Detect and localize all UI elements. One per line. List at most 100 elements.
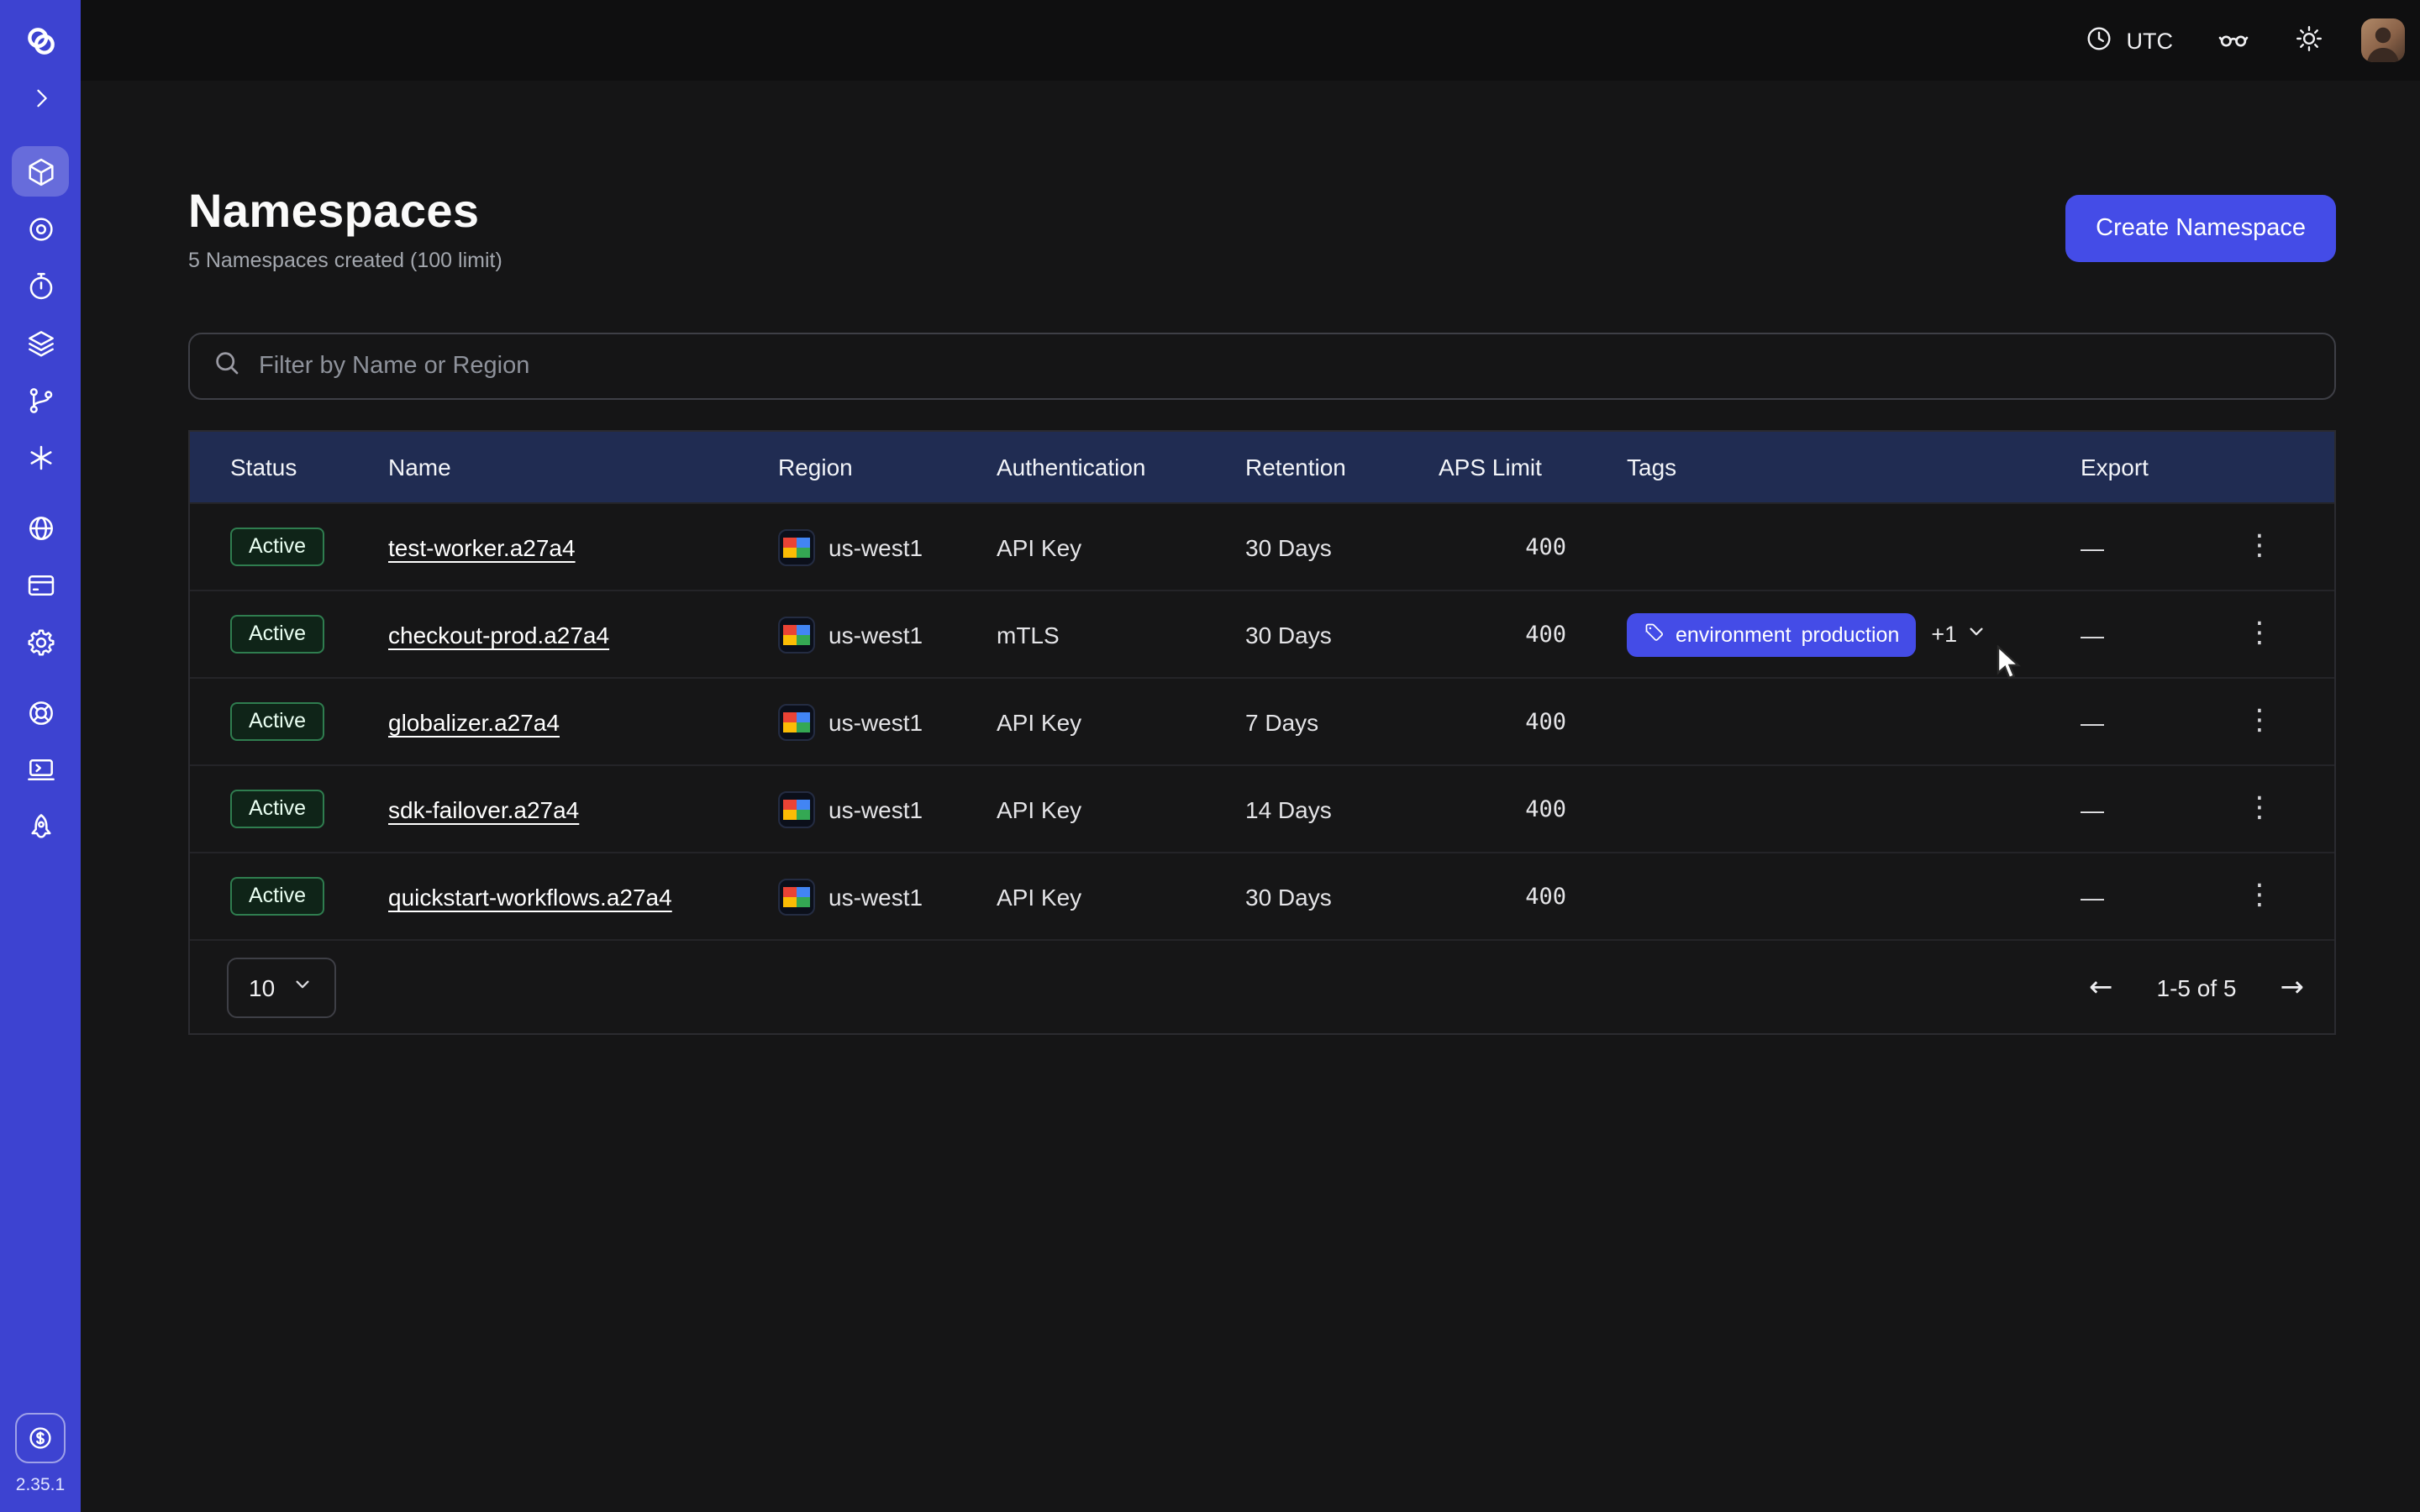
next-page-button[interactable]: → [2281,970,2305,1004]
sun-icon [2294,23,2324,58]
sidebar-item-target[interactable] [12,203,69,254]
previous-page-button[interactable]: ← [2089,970,2113,1004]
export-value: — [2081,708,2232,735]
search-icon [212,347,242,386]
aps-limit-value: 400 [1439,621,1627,648]
sidebar-item-branch[interactable] [12,375,69,425]
region-label: us-west1 [829,708,923,735]
status-badge: Active [230,528,324,566]
theme-toggle-button[interactable] [2281,13,2338,68]
retention-label: 30 Days [1245,621,1439,648]
auth-label: API Key [997,533,1245,560]
expand-sidebar-button[interactable] [12,72,69,123]
kebab-menu-button[interactable]: ⋮ [2232,697,2287,746]
status-badge: Active [230,877,324,916]
table-row: Active quickstart-workflows.a27a4 us-wes… [190,852,2334,939]
region-label: us-west1 [829,795,923,822]
temporal-logo-icon [12,15,69,66]
kebab-menu-button[interactable]: ⋮ [2232,872,2287,921]
chevron-down-icon [290,973,313,1001]
status-badge: Active [230,615,324,654]
namespace-link[interactable]: test-worker.a27a4 [388,533,576,560]
auth-label: mTLS [997,621,1245,648]
sidebar-item-layers[interactable] [12,318,69,368]
col-header-aps-limit: APS Limit [1439,454,1627,480]
col-header-status: Status [230,454,388,480]
sidebar-item-support[interactable] [12,687,69,738]
table-header-row: Status Name Region Authentication Retent… [190,432,2334,502]
topbar: UTC [81,0,2420,81]
usage-button[interactable] [15,1413,66,1463]
clock-icon [2085,23,2115,58]
app-version: 2.35.1 [16,1475,65,1495]
export-value: — [2081,883,2232,910]
aps-limit-value: 400 [1439,883,1627,910]
region-label: us-west1 [829,883,923,910]
tags-expand-button[interactable]: +1 [1931,620,1987,648]
export-value: — [2081,621,2232,648]
auth-label: API Key [997,795,1245,822]
status-badge: Active [230,702,324,741]
page-size-select[interactable]: 10 [227,957,335,1017]
retention-label: 14 Days [1245,795,1439,822]
aps-limit-value: 400 [1439,533,1627,560]
table-row: Active test-worker.a27a4 us-west1 API Ke… [190,502,2334,590]
sidebar-item-settings[interactable] [12,617,69,667]
labs-button[interactable] [2203,11,2264,70]
sidebar-item-billing[interactable] [12,559,69,610]
namespace-link[interactable]: quickstart-workflows.a27a4 [388,883,672,910]
gcp-cloud-icon [778,703,815,740]
tag-icon [1644,621,1665,648]
kebab-menu-button[interactable]: ⋮ [2232,610,2287,659]
tags-more-label: +1 [1931,622,1957,647]
col-header-name: Name [388,454,778,480]
sidebar: 2.35.1 [0,0,81,1512]
page-subtitle: 5 Namespaces created (100 limit) [188,249,502,272]
export-value: — [2081,533,2232,560]
export-value: — [2081,795,2232,822]
page-title: Namespaces [188,185,502,239]
region-label: us-west1 [829,621,923,648]
page-header: Namespaces 5 Namespaces created (100 lim… [188,185,2336,272]
col-header-tags: Tags [1627,454,2081,480]
gcp-cloud-icon [778,790,815,827]
gcp-cloud-icon [778,878,815,915]
pagination-range: 1-5 of 5 [2157,974,2237,1000]
create-namespace-button[interactable]: Create Namespace [2065,195,2336,262]
col-header-retention: Retention [1245,454,1439,480]
sidebar-item-getting-started[interactable] [12,801,69,852]
col-header-authentication: Authentication [997,454,1245,480]
col-header-region: Region [778,454,997,480]
filter-input[interactable] [259,353,2312,380]
timezone-button[interactable]: UTC [2071,13,2187,68]
tag-chip[interactable]: environment production [1627,612,1916,656]
user-avatar[interactable] [2361,18,2405,62]
sidebar-item-nexus[interactable] [12,432,69,482]
sidebar-item-timer[interactable] [12,260,69,311]
gcp-cloud-icon [778,528,815,565]
status-badge: Active [230,790,324,828]
retention-label: 30 Days [1245,883,1439,910]
table-row: Active checkout-prod.a27a4 us-west1 mTLS… [190,590,2334,677]
kebab-menu-button[interactable]: ⋮ [2232,785,2287,833]
tags-cell: environment production +1 [1627,612,2081,656]
namespace-link[interactable]: checkout-prod.a27a4 [388,621,609,648]
sidebar-item-globe[interactable] [12,502,69,553]
kebab-menu-button[interactable]: ⋮ [2232,522,2287,571]
namespace-link[interactable]: sdk-failover.a27a4 [388,795,579,822]
aps-limit-value: 400 [1439,708,1627,735]
tag-value: production [1802,622,1900,646]
pagination: ← 1-5 of 5 → [2089,970,2304,1004]
namespace-link[interactable]: globalizer.a27a4 [388,708,560,735]
sidebar-item-namespaces[interactable] [12,146,69,197]
aps-limit-value: 400 [1439,795,1627,822]
chevron-down-icon [1964,620,1987,648]
namespaces-table: Status Name Region Authentication Retent… [188,430,2336,1035]
glasses-icon [2217,21,2250,60]
col-header-export: Export [2081,454,2232,480]
auth-label: API Key [997,883,1245,910]
timezone-label: UTC [2127,28,2174,53]
gcp-cloud-icon [778,616,815,653]
page-size-value: 10 [249,974,275,1000]
sidebar-item-docs[interactable] [12,744,69,795]
